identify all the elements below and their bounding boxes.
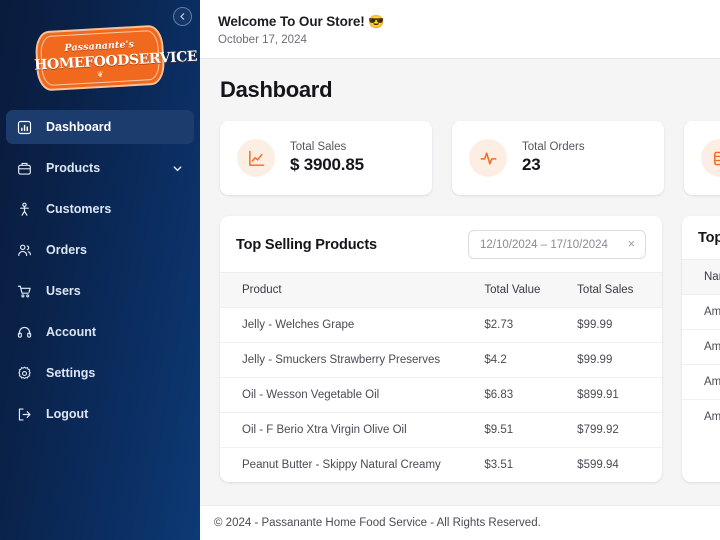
table-row[interactable]: Amelia Carter $280.50	[682, 364, 720, 400]
sidebar-item-settings[interactable]: Settings	[6, 356, 194, 390]
cell-name: Amir Johnson	[682, 329, 720, 365]
activity-icon	[469, 139, 507, 177]
cell-name: Ambrose Klein	[704, 411, 720, 423]
cell-total-value: $4.2	[476, 342, 570, 378]
cell-total-sales: $799.92	[569, 412, 662, 448]
column-header-total-value[interactable]: Total Value	[476, 272, 570, 308]
column-header-product[interactable]: Product	[220, 272, 477, 308]
panel-header: Top Selling Products 12/10/2024 – 17/10/…	[220, 216, 662, 272]
top-selling-products-table: Product Total Value Total Sales Jelly - …	[220, 272, 662, 482]
sidebar-collapse-button[interactable]	[173, 7, 192, 26]
stat-value: $ 3900.85	[290, 155, 364, 174]
sidebar-item-logout[interactable]: Logout	[6, 397, 194, 431]
cell-total-value: $2.73	[476, 307, 570, 343]
panels-row: Top Selling Products 12/10/2024 – 17/10/…	[220, 216, 720, 482]
welcome-heading: Welcome To Our Store! 😎	[218, 14, 702, 30]
sidebar-item-orders[interactable]: Orders	[6, 233, 194, 267]
cell-total-sales: $99.99	[569, 342, 662, 378]
top-customers-panel: Top Customers Name Amount Amina Walker	[682, 216, 720, 482]
cell-name: Amelia Carter	[682, 364, 720, 400]
footer: © 2024 - Passanante Home Food Service - …	[200, 505, 720, 540]
cell-total-value: $6.83	[476, 377, 570, 413]
current-date: October 17, 2024	[218, 34, 307, 46]
column-header-name[interactable]: Name	[682, 259, 720, 295]
cell-product: Jelly - Welches Grape	[220, 307, 477, 343]
table-row[interactable]: Ambrose Klein $199.99	[682, 400, 720, 435]
users-icon	[16, 242, 33, 259]
sidebar-item-label: Logout	[46, 407, 89, 421]
cart-icon	[16, 283, 33, 300]
sidebar-item-label: Customers	[46, 202, 112, 216]
app-root: Passanante's HOMEFOODSERVICE ❦ Dashboard	[0, 0, 720, 540]
cell-product: Oil - Wesson Vegetable Oil	[220, 377, 477, 413]
sunglasses-emoji-icon: 😎	[368, 14, 385, 29]
cell-total-sales: $599.94	[577, 459, 619, 471]
sidebar-item-label: Dashboard	[46, 120, 112, 134]
date-range-picker[interactable]: 12/10/2024 – 17/10/2024 ×	[468, 230, 646, 259]
table-header-row: Product Total Value Total Sales	[220, 272, 662, 308]
top-customers-table: Name Amount Amina Walker $499.95 Amir Jo…	[682, 259, 720, 434]
stat-card-third[interactable]	[684, 121, 720, 195]
sidebar-item-label: Users	[46, 284, 81, 298]
panel-title: Top Selling Products	[236, 236, 377, 253]
sidebar-item-label: Account	[46, 325, 96, 339]
stat-card-total-orders[interactable]: Total Orders 23	[452, 121, 664, 195]
stat-label: Total Sales	[290, 141, 347, 153]
headset-icon	[16, 324, 33, 341]
sidebar-item-label: Orders	[46, 243, 87, 257]
table-row[interactable]: Peanut Butter - Skippy Natural Creamy $3…	[220, 448, 662, 483]
top-selling-products-panel: Top Selling Products 12/10/2024 – 17/10/…	[220, 216, 662, 482]
sidebar-item-label: Settings	[46, 366, 96, 380]
panel-header: Top Customers	[682, 216, 720, 259]
gear-icon	[16, 365, 33, 382]
stat-card-total-sales[interactable]: Total Sales $ 3900.85	[220, 121, 432, 195]
content-scroll-area: Dashboard Total Sales $ 3900.85 Total Or…	[200, 59, 720, 505]
page-title: Dashboard	[220, 77, 333, 102]
box-icon	[16, 160, 33, 177]
main-area: Welcome To Our Store! 😎 October 17, 2024…	[200, 0, 720, 540]
cell-total-value: $9.51	[476, 412, 570, 448]
stat-label: Total Orders	[522, 141, 585, 153]
stat-value: 23	[522, 155, 541, 174]
sidebar: Passanante's HOMEFOODSERVICE ❦ Dashboard	[0, 0, 200, 540]
table-row[interactable]: Amir Johnson $389.90	[682, 329, 720, 365]
chevron-down-icon[interactable]	[171, 162, 184, 175]
date-range-value: 12/10/2024 – 17/10/2024	[480, 238, 608, 251]
table-header-row: Name Amount	[682, 259, 720, 295]
database-icon	[701, 139, 720, 177]
panel-title: Top Customers	[698, 230, 720, 246]
table-row[interactable]: Jelly - Smuckers Strawberry Preserves $4…	[220, 342, 662, 378]
logout-icon	[16, 406, 33, 423]
cell-name: Amina Walker	[682, 294, 720, 330]
brand-logo[interactable]: Passanante's HOMEFOODSERVICE ❦	[0, 0, 200, 100]
close-icon[interactable]: ×	[627, 238, 636, 251]
top-bar: Welcome To Our Store! 😎 October 17, 2024	[200, 0, 720, 59]
sidebar-item-customers[interactable]: Customers	[6, 192, 194, 226]
table-row[interactable]: Oil - Wesson Vegetable Oil $6.83 $899.91	[220, 377, 662, 413]
person-icon	[16, 201, 33, 218]
sidebar-item-products[interactable]: Products	[6, 151, 194, 185]
line-chart-icon	[237, 139, 275, 177]
cell-product: Oil - F Berio Xtra Virgin Olive Oil	[220, 412, 477, 448]
sidebar-item-dashboard[interactable]: Dashboard	[6, 110, 194, 144]
cell-total-sales: $899.91	[569, 377, 662, 413]
cell-product: Jelly - Smuckers Strawberry Preserves	[220, 342, 477, 378]
table-row[interactable]: Jelly - Welches Grape $2.73 $99.99	[220, 307, 662, 343]
sidebar-item-users[interactable]: Users	[6, 274, 194, 308]
bar-chart-icon	[16, 119, 33, 136]
sidebar-item-label: Products	[46, 161, 101, 175]
table-row[interactable]: Oil - F Berio Xtra Virgin Olive Oil $9.5…	[220, 412, 662, 448]
stat-cards-row: Total Sales $ 3900.85 Total Orders 23	[220, 121, 720, 195]
sidebar-nav: Dashboard Products Customers Orders User…	[0, 110, 200, 540]
cell-product: Peanut Butter - Skippy Natural Creamy	[242, 459, 441, 471]
cell-total-value: $3.51	[484, 459, 514, 471]
sidebar-item-account[interactable]: Account	[6, 315, 194, 349]
table-row[interactable]: Amina Walker $499.95	[682, 294, 720, 330]
chevron-left-icon	[178, 12, 187, 21]
welcome-text: Welcome To Our Store!	[218, 14, 365, 29]
column-header-total-sales[interactable]: Total Sales	[569, 272, 662, 308]
cell-total-sales: $99.99	[569, 307, 662, 343]
